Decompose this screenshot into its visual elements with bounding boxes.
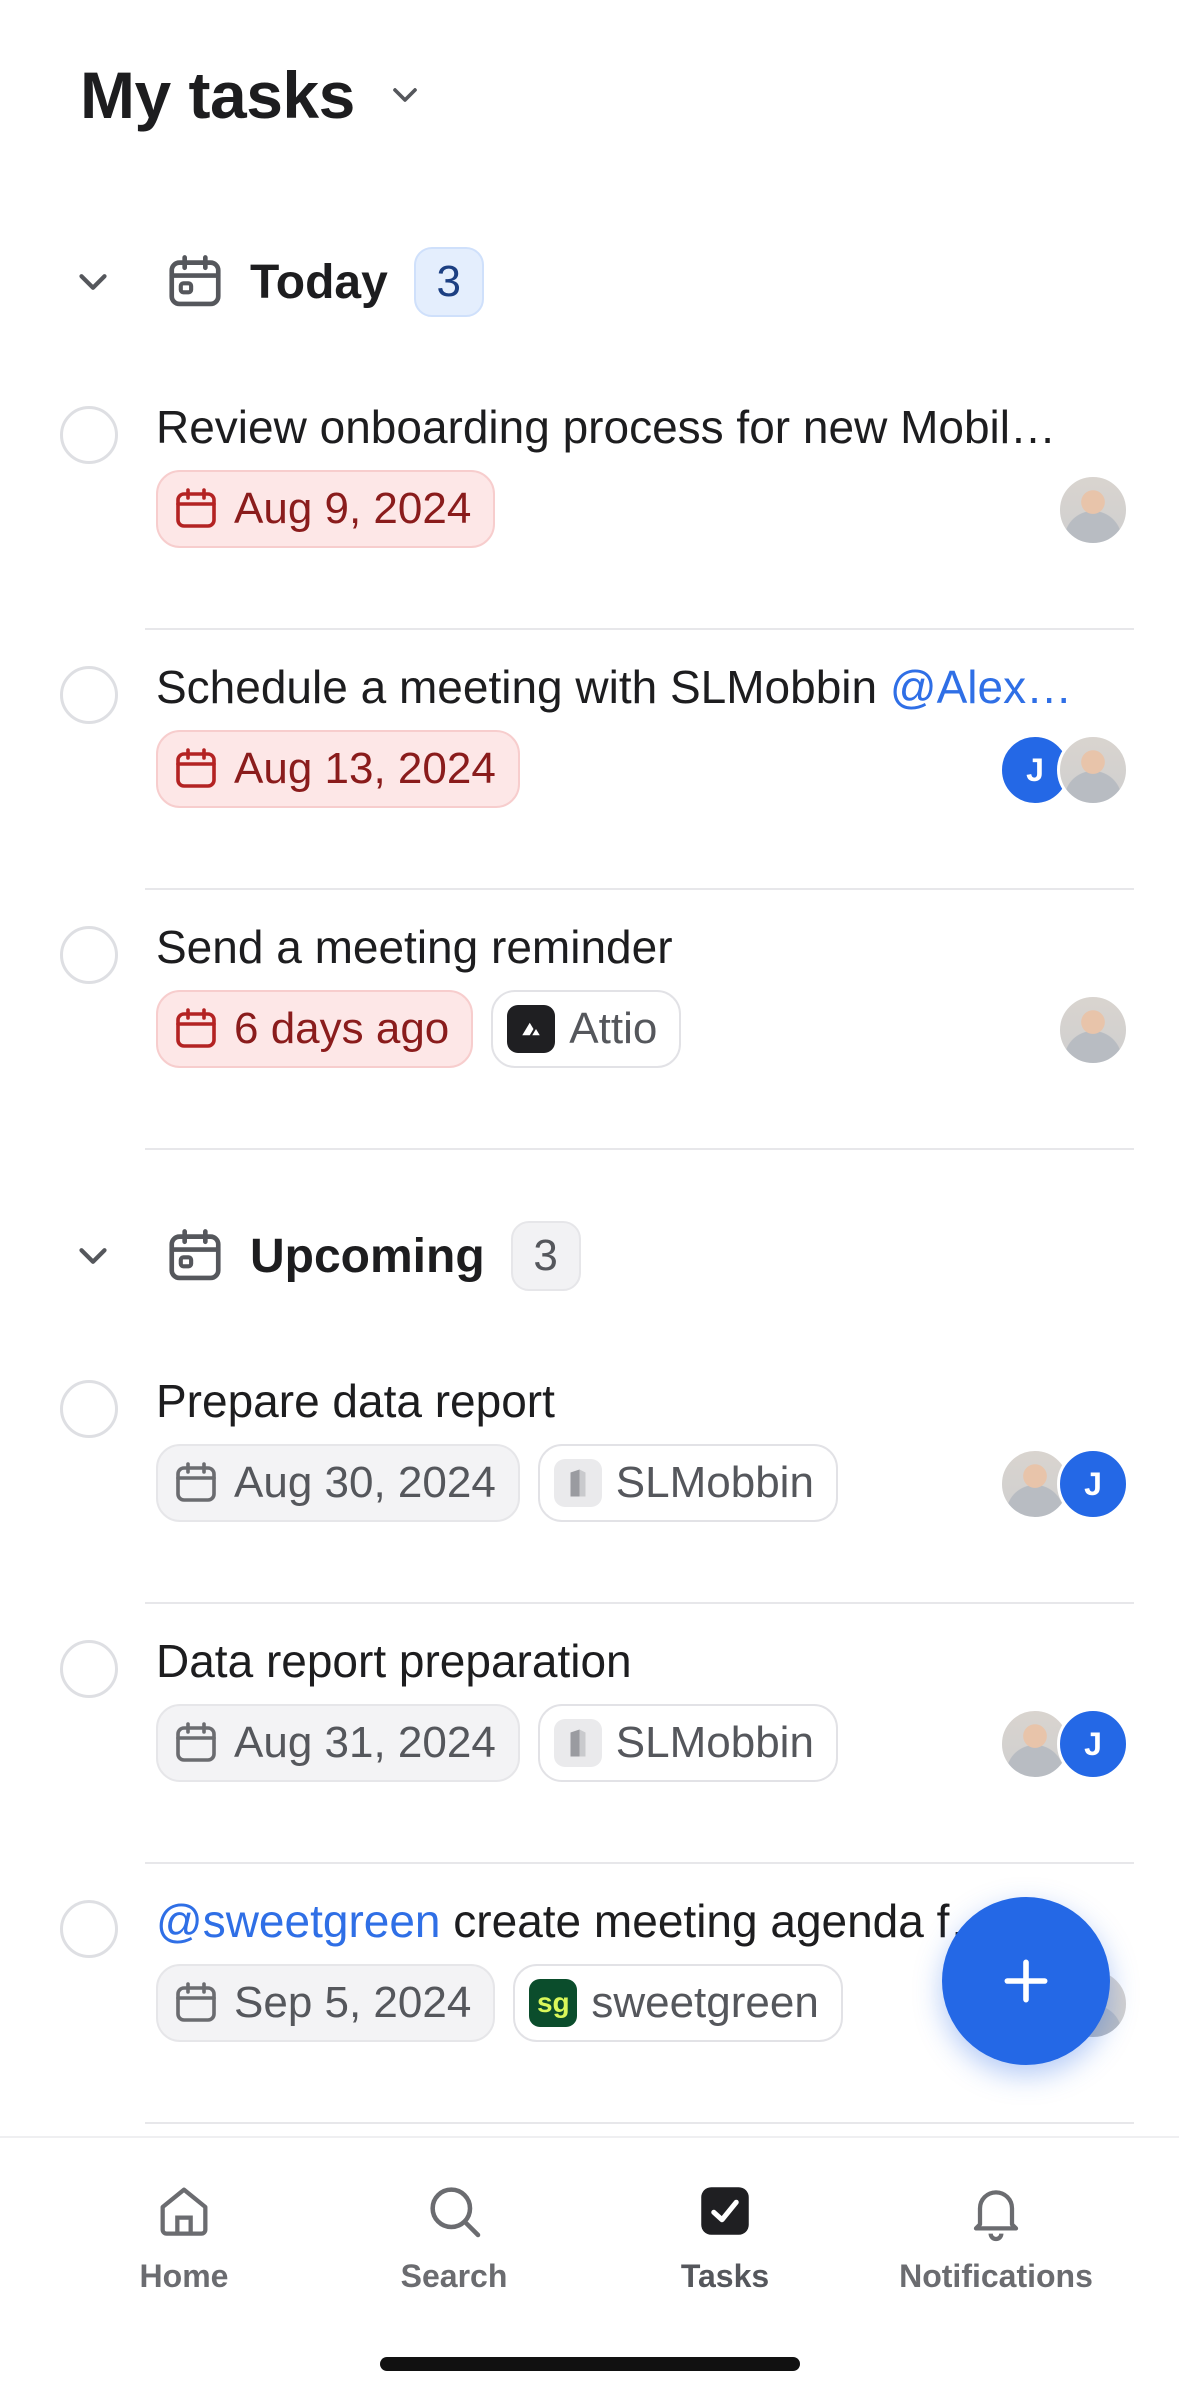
- task-checkbox[interactable]: [60, 1900, 118, 1958]
- avatar-initial: J: [1057, 1708, 1129, 1780]
- due-date-text: Aug 30, 2024: [234, 1458, 496, 1507]
- task-checkbox[interactable]: [60, 1640, 118, 1698]
- tab-label: Home: [139, 2258, 229, 2294]
- count-badge: 3: [510, 1221, 581, 1291]
- chevron-down-icon[interactable]: [70, 1233, 116, 1279]
- task-title: Data report preparation: [156, 1635, 632, 1687]
- tasks-check-icon: [701, 2187, 749, 2235]
- record-chip[interactable]: SLMobbin: [537, 1704, 838, 1782]
- due-date-chip[interactable]: 6 days ago: [156, 990, 474, 1068]
- tab-label: Notifications: [899, 2258, 1093, 2294]
- task-checkbox[interactable]: [60, 1380, 118, 1438]
- task-row[interactable]: Data report preparation Aug 31, 2024 SLM…: [0, 1604, 1179, 1864]
- task-checkbox[interactable]: [60, 926, 118, 984]
- section-title: Today: [250, 255, 388, 309]
- home-icon: [160, 2187, 208, 2236]
- record-chip[interactable]: Attio: [491, 990, 682, 1068]
- task-checkbox[interactable]: [60, 666, 118, 724]
- record-name: SLMobbin: [615, 1458, 814, 1507]
- record-chip[interactable]: SLMobbin: [537, 1444, 838, 1522]
- due-date-text: Aug 9, 2024: [234, 484, 472, 533]
- record-name: sweetgreen: [591, 1978, 819, 2027]
- bell-icon: [973, 2190, 1019, 2242]
- tab-label: Tasks: [680, 2258, 770, 2294]
- task-title: Prepare data report: [156, 1375, 555, 1427]
- mention-link[interactable]: @Alex…: [890, 661, 1072, 713]
- divider: [145, 1148, 1134, 1150]
- avatar: [1057, 734, 1129, 806]
- add-task-button[interactable]: [942, 1897, 1110, 2065]
- task-title: Send a meeting reminder: [156, 921, 673, 973]
- tab-home[interactable]: Home: [64, 2178, 304, 2295]
- tab-search[interactable]: Search: [334, 2178, 574, 2295]
- calendar-icon: [169, 255, 221, 307]
- avatar: [1057, 994, 1129, 1066]
- section-header-upcoming[interactable]: Upcoming 3: [70, 1216, 581, 1296]
- calendar-icon: [169, 1229, 221, 1281]
- tab-tasks[interactable]: Tasks: [605, 2178, 845, 2295]
- sweetgreen-logo-icon: sg: [529, 1979, 578, 2027]
- task-row[interactable]: Prepare data report Aug 30, 2024 SLMobbi…: [0, 1344, 1179, 1604]
- task-title-text: Schedule a meeting with SLMobbin: [156, 661, 890, 713]
- plus-icon: [1004, 1959, 1048, 2003]
- task-row[interactable]: Schedule a meeting with SLMobbin @Alex… …: [0, 630, 1179, 890]
- due-date-chip[interactable]: Aug 30, 2024: [156, 1444, 520, 1522]
- calendar-icon: [176, 1008, 216, 1048]
- record-name: SLMobbin: [615, 1718, 814, 1767]
- task-row[interactable]: Review onboarding process for new Mobil……: [0, 370, 1179, 630]
- calendar-icon: [176, 1982, 216, 2022]
- task-title-text: create meeting agenda f…: [440, 1895, 996, 1947]
- page-title: My tasks: [80, 58, 355, 132]
- due-date-text: 6 days ago: [234, 1004, 450, 1053]
- chevron-down-icon[interactable]: [385, 75, 425, 115]
- section-title: Upcoming: [250, 1229, 485, 1283]
- calendar-icon: [176, 1722, 216, 1762]
- calendar-icon: [176, 1462, 216, 1502]
- company-logo-icon: [553, 1719, 602, 1767]
- tab-label: Search: [400, 2258, 508, 2294]
- due-date-chip[interactable]: Aug 9, 2024: [156, 470, 496, 548]
- due-date-text: Aug 31, 2024: [234, 1718, 496, 1767]
- attio-logo-icon: [507, 1005, 556, 1053]
- home-indicator: [380, 2357, 800, 2371]
- chevron-down-icon[interactable]: [70, 259, 116, 305]
- mention-link[interactable]: @sweetgreen: [156, 1895, 441, 1947]
- divider: [145, 2122, 1134, 2124]
- count-badge: 3: [413, 247, 484, 317]
- search-icon: [430, 2187, 481, 2238]
- company-logo-icon: [553, 1459, 602, 1507]
- task-title: Schedule a meeting with SLMobbin @Alex…: [156, 660, 1130, 714]
- due-date-text: Aug 13, 2024: [234, 744, 496, 793]
- task-checkbox[interactable]: [60, 406, 118, 464]
- due-date-chip[interactable]: Sep 5, 2024: [156, 1964, 496, 2042]
- task-row[interactable]: Send a meeting reminder 6 days ago Attio: [0, 890, 1179, 1150]
- calendar-icon: [176, 748, 216, 788]
- due-date-chip[interactable]: Aug 31, 2024: [156, 1704, 520, 1782]
- avatar-initial: J: [1057, 1448, 1129, 1520]
- record-chip[interactable]: sg sweetgreen: [513, 1964, 843, 2042]
- record-name: Attio: [569, 1004, 658, 1053]
- due-date-text: Sep 5, 2024: [234, 1978, 472, 2027]
- task-title: Review onboarding process for new Mobil…: [156, 401, 1056, 453]
- avatar: [1057, 474, 1129, 546]
- calendar-icon: [176, 488, 216, 528]
- page-header[interactable]: My tasks: [80, 55, 425, 135]
- section-header-today[interactable]: Today 3: [70, 242, 484, 322]
- tab-notifications[interactable]: Notifications: [876, 2178, 1116, 2295]
- due-date-chip[interactable]: Aug 13, 2024: [156, 730, 520, 808]
